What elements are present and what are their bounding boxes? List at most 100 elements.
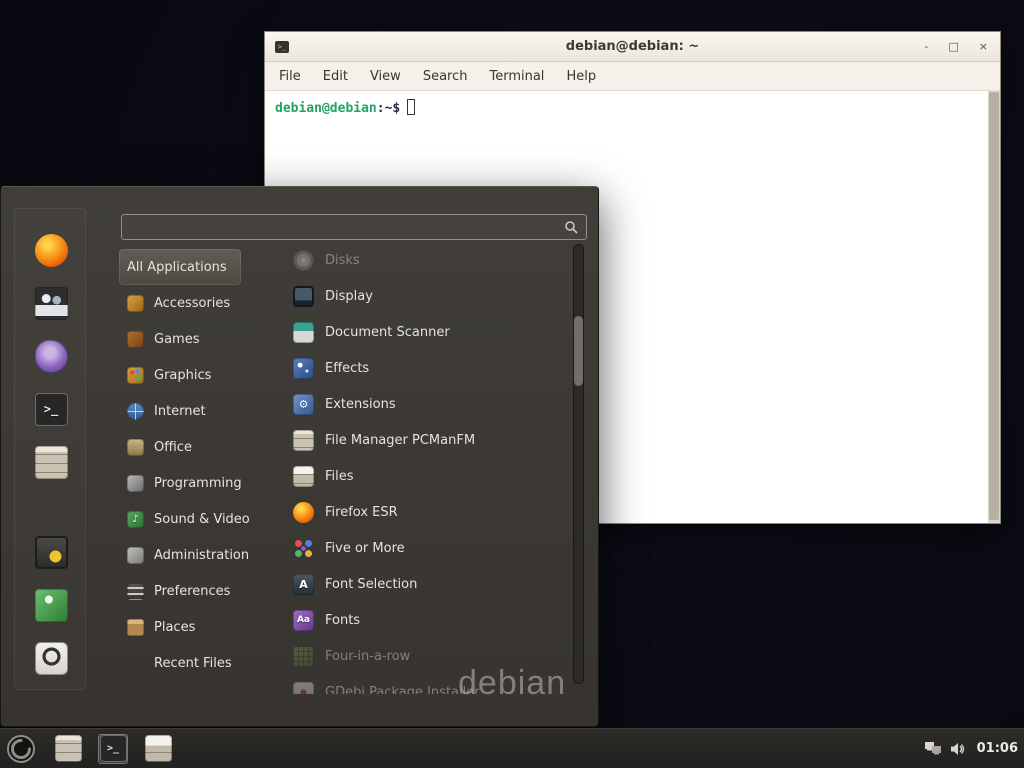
favorite-logout[interactable]: [34, 588, 68, 622]
taskbar-launcher-terminal[interactable]: >_: [98, 734, 128, 764]
menubar-item-terminal[interactable]: Terminal: [489, 69, 544, 84]
logout-icon: [35, 589, 68, 622]
favorite-terminal[interactable]: >_: [34, 392, 68, 426]
maximize-button[interactable]: □: [948, 41, 958, 52]
distro-logo-icon: [6, 734, 36, 764]
app-label: Fonts: [325, 613, 360, 628]
category-all-applications[interactable]: All Applications: [119, 249, 241, 285]
favorite-lock-screen[interactable]: [34, 535, 68, 569]
favorite-firefox[interactable]: [34, 233, 68, 267]
app-display[interactable]: Display: [285, 278, 571, 314]
category-recent-files[interactable]: Recent Files: [119, 645, 246, 681]
graphics-icon: [127, 367, 144, 384]
taskbar-launchers: >_: [38, 734, 173, 764]
system-tray: 01:06: [925, 741, 1018, 756]
effects-icon: [293, 358, 314, 379]
category-label: Administration: [154, 548, 249, 563]
app-file-manager-pcmanfm[interactable]: File Manager PCManFM: [285, 422, 571, 458]
menubar-item-search[interactable]: Search: [423, 69, 468, 84]
category-sound-video[interactable]: ♪ Sound & Video: [119, 501, 264, 537]
menubar-item-view[interactable]: View: [370, 69, 401, 84]
shutdown-icon: [35, 642, 68, 675]
app-disks[interactable]: Disks: [285, 242, 571, 278]
internet-icon: [127, 403, 144, 420]
terminal-icon: >_: [35, 393, 68, 426]
app-fonts[interactable]: AaFonts: [285, 602, 571, 638]
terminal-icon: >_: [100, 735, 127, 762]
category-graphics[interactable]: Graphics: [119, 357, 225, 393]
category-label: Sound & Video: [154, 512, 250, 527]
clock[interactable]: 01:06: [977, 741, 1018, 756]
app-five-or-more[interactable]: Five or More: [285, 530, 571, 566]
favorite-file-manager[interactable]: [34, 445, 68, 479]
minimize-button[interactable]: -: [924, 41, 928, 52]
terminal-title: debian@debian: ~: [265, 39, 1000, 54]
taskbar-launcher-file-manager[interactable]: [53, 734, 83, 764]
category-places[interactable]: Places: [119, 609, 209, 645]
font-selection-icon: A: [293, 574, 314, 595]
gdebi-icon: [293, 682, 314, 695]
favorite-pidgin[interactable]: [34, 339, 68, 373]
terminal-menubar: File Edit View Search Terminal Help: [265, 62, 1000, 91]
application-list: Disks DisplayDocument Scanner Effects ⚙Exte…: [285, 242, 571, 694]
category-label: All Applications: [127, 260, 227, 275]
app-label: Font Selection: [325, 577, 417, 592]
app-font-selection[interactable]: A Font Selection: [285, 566, 571, 602]
firefox-icon: [35, 234, 68, 267]
menubar-item-help[interactable]: Help: [566, 69, 596, 84]
application-list-scrollbar-thumb[interactable]: [574, 316, 583, 386]
category-internet[interactable]: Internet: [119, 393, 220, 429]
menubar-item-edit[interactable]: Edit: [323, 69, 348, 84]
terminal-scrollbar-thumb[interactable]: [989, 92, 999, 520]
terminal-scrollbar[interactable]: [988, 91, 1000, 523]
app-label: Extensions: [325, 397, 396, 412]
files-icon: [293, 466, 314, 487]
application-list-scrollbar[interactable]: [573, 244, 584, 684]
prompt-path: :~$: [377, 101, 400, 116]
app-label: GDebi Package Installer: [325, 685, 480, 695]
close-button[interactable]: ×: [979, 41, 988, 52]
category-programming[interactable]: Programming: [119, 465, 256, 501]
menu-button[interactable]: [4, 732, 38, 766]
category-office[interactable]: Office: [119, 429, 206, 465]
category-games[interactable]: Games: [119, 321, 213, 357]
app-label: Disks: [325, 253, 360, 268]
category-label: Internet: [154, 404, 206, 419]
search-input[interactable]: [122, 215, 564, 239]
office-icon: [127, 439, 144, 456]
display-icon: [293, 286, 314, 307]
firefox-icon: [293, 502, 314, 523]
disks-icon: [293, 250, 314, 271]
desktop[interactable]: >_ debian@debian: ~ - □ × File Edit View Sear…: [0, 0, 1024, 768]
app-document-scanner[interactable]: Document Scanner: [285, 314, 571, 350]
sound-video-icon: ♪: [127, 511, 144, 528]
app-label: Five or More: [325, 541, 405, 556]
four-in-a-row-icon: [293, 646, 314, 667]
taskbar-launcher-files[interactable]: [143, 734, 173, 764]
app-label: Firefox ESR: [325, 505, 398, 520]
app-files[interactable]: Files: [285, 458, 571, 494]
terminal-cursor: [407, 99, 415, 115]
pcmanfm-icon: [293, 430, 314, 451]
terminal-titlebar[interactable]: >_ debian@debian: ~ -□×: [265, 32, 1000, 62]
app-label: Effects: [325, 361, 369, 376]
favorite-shutdown[interactable]: [34, 641, 68, 675]
window-controls: - □ ×: [924, 41, 988, 52]
app-extensions[interactable]: ⚙Extensions: [285, 386, 571, 422]
volume-icon[interactable]: [950, 742, 966, 756]
category-accessories[interactable]: Accessories: [119, 285, 244, 321]
category-administration[interactable]: Administration: [119, 537, 263, 573]
administration-icon: [127, 547, 144, 564]
app-firefox-esr[interactable]: Firefox ESR: [285, 494, 571, 530]
favorite-users[interactable]: [34, 286, 68, 320]
file-manager-icon: [35, 446, 68, 479]
menubar-item-file[interactable]: File: [279, 69, 301, 84]
category-preferences[interactable]: Preferences: [119, 573, 244, 609]
category-label: Accessories: [154, 296, 230, 311]
users-icon: [35, 287, 68, 320]
app-label: Files: [325, 469, 354, 484]
app-effects[interactable]: Effects: [285, 350, 571, 386]
network-icon[interactable]: [925, 742, 941, 755]
games-icon: [127, 331, 144, 348]
category-list: All Applications Accessories GamesGraphics…: [119, 249, 279, 681]
